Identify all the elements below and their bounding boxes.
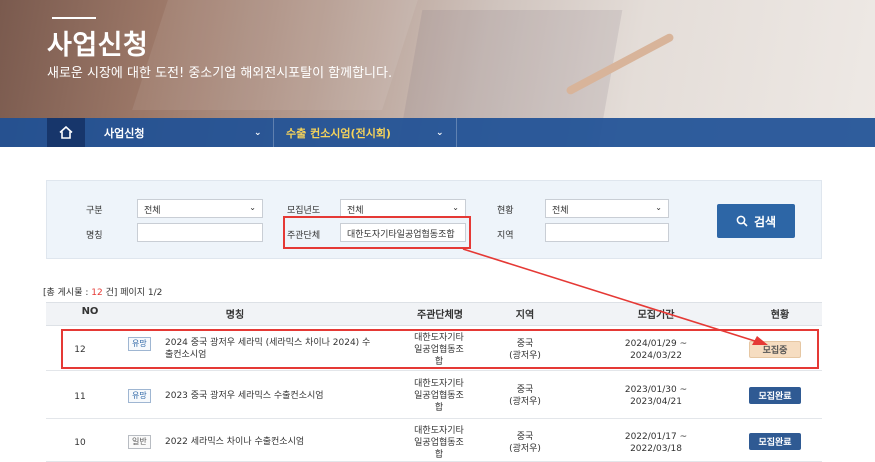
annotation-arrow <box>462 248 768 345</box>
